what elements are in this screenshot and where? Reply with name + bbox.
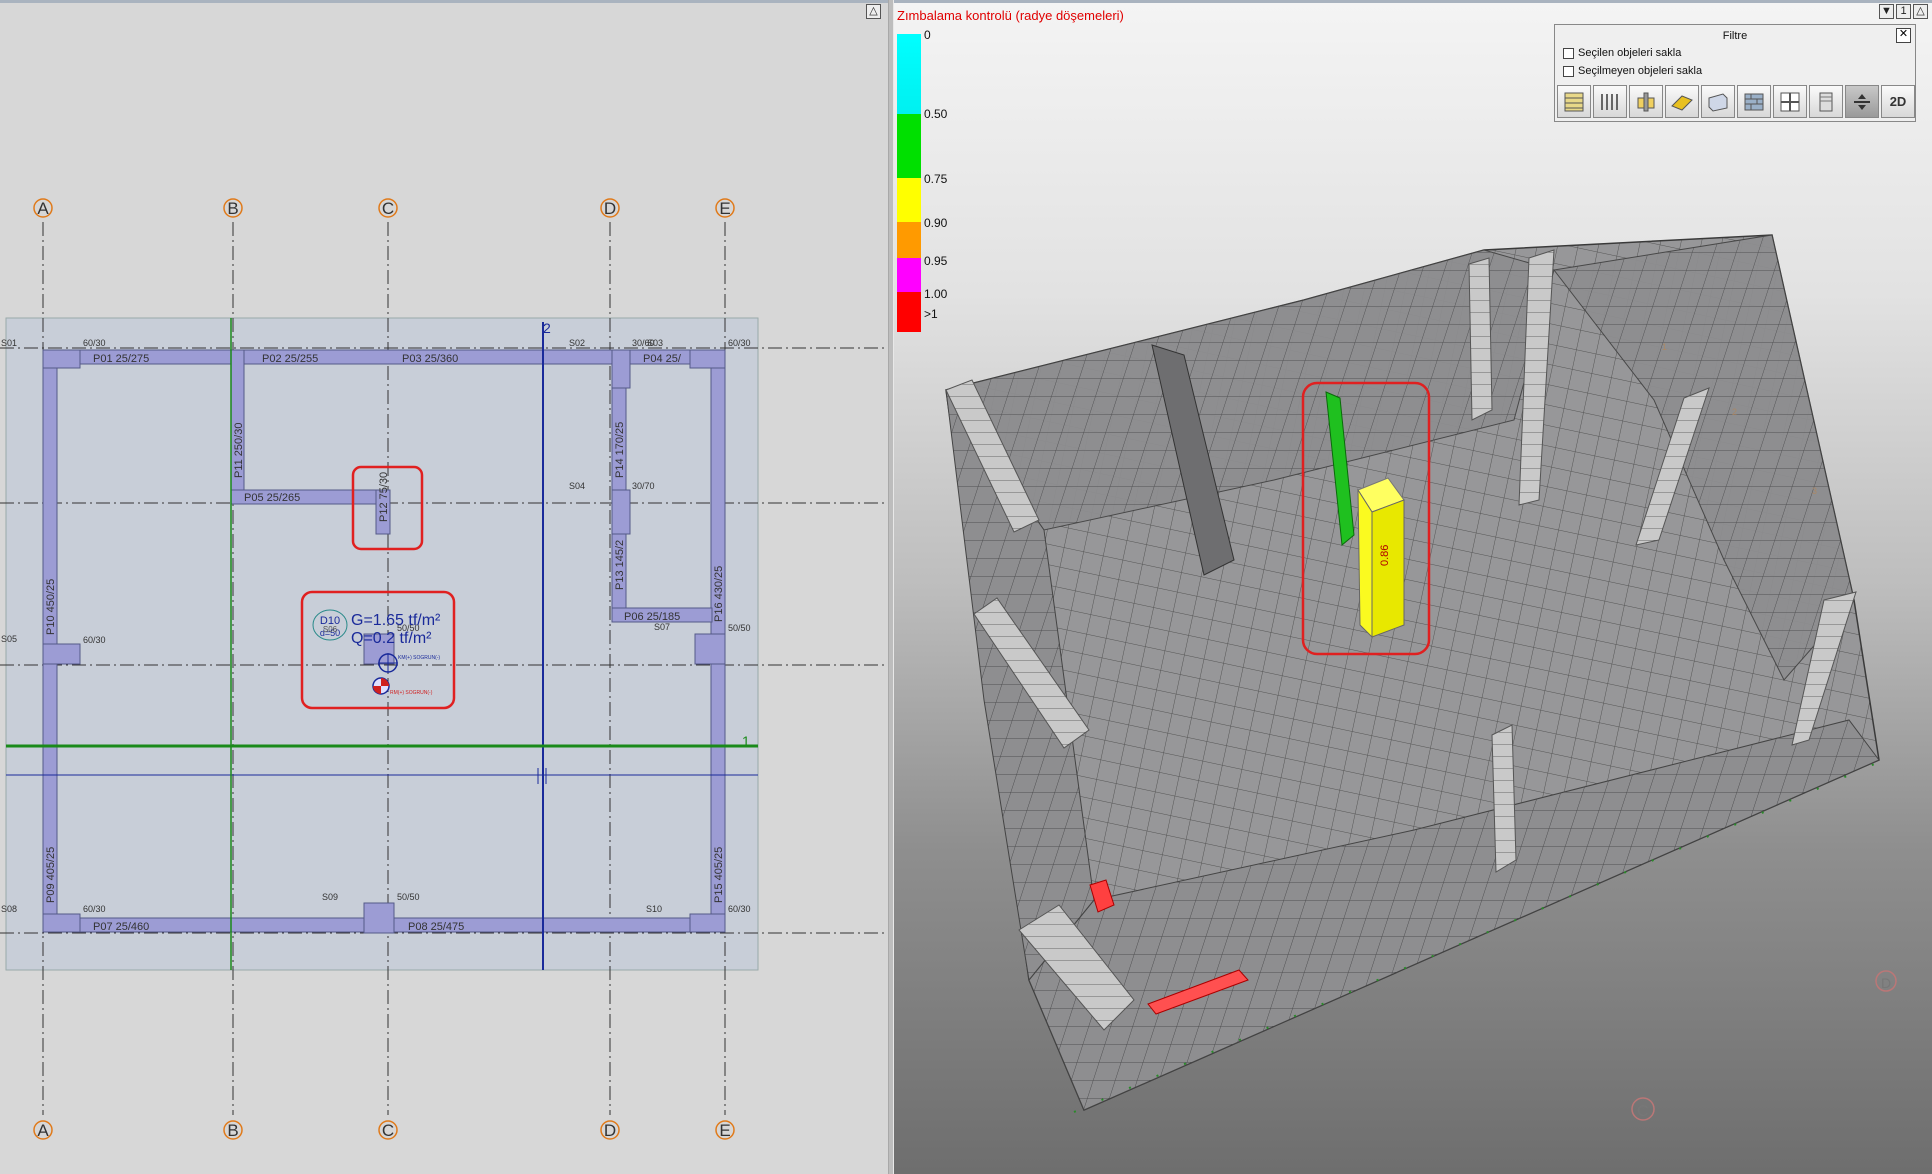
- row-marker-1: 1: [1662, 342, 1667, 352]
- beam-label-p07: P07 25/460: [93, 921, 149, 933]
- axis-bubbles-bottom: A B C D E: [33, 1120, 735, 1140]
- live-load-label: Q=0.2 tf/m²: [351, 630, 432, 647]
- view-corner-controls: ▼ 1 △: [1879, 4, 1928, 19]
- slab-label-s10: S10: [646, 904, 662, 914]
- slab-label-s07: S07: [654, 622, 670, 632]
- hide-selected-label: Seçilen objeleri sakla: [1578, 47, 1682, 59]
- column-label-c2: 30/60: [632, 338, 655, 348]
- axis-label-b-bottom: B: [227, 1121, 238, 1140]
- slab-label-s02: S02: [569, 338, 585, 348]
- beam-label-p15: P15 405/25: [713, 847, 725, 903]
- beam-label-p13: P13 145/2: [614, 540, 626, 590]
- column-label-c1: 60/30: [83, 338, 106, 348]
- axis-label-a-bottom: A: [37, 1121, 49, 1140]
- beam-label-p11: P11 250/30: [233, 423, 245, 478]
- axis-label-b-top: B: [227, 199, 238, 218]
- slab-label-s05: S05: [1, 634, 17, 644]
- slab-s06-label: S06: [323, 625, 338, 634]
- beam-icon: [1708, 92, 1728, 112]
- beam-label-p02: P02 25/255: [262, 353, 318, 365]
- collapse-3d-button[interactable]: △: [1913, 4, 1928, 19]
- filter-walls-button[interactable]: [1593, 85, 1627, 118]
- column-label-c10: 60/30: [728, 904, 751, 914]
- model-3d-canvas[interactable]: 0.86 D C 1 2 3: [894, 0, 1932, 1174]
- axis-marker-c: C: [1637, 1103, 1649, 1120]
- beam-label-p03: P03 25/360: [402, 353, 458, 365]
- slab-label-s09: S09: [322, 892, 338, 902]
- filter-toggle-button[interactable]: ▼: [1879, 4, 1894, 19]
- hide-unselected-checkbox[interactable]: [1563, 65, 1574, 77]
- section-icon: [1819, 92, 1833, 111]
- grid-icon: [1780, 92, 1800, 111]
- axis-marker-d: D: [1881, 975, 1891, 991]
- column-icon: [1637, 92, 1655, 111]
- beam-label-p04: P04 25/: [643, 353, 682, 365]
- beam-label-p12: P12 75/30: [378, 472, 390, 522]
- plan-canvas[interactable]: A B C D E A B C D E P01 25/275 P02 25/25…: [0, 0, 888, 1174]
- view-3d[interactable]: Zımbalama kontrolü (radye döşemeleri) 0 …: [894, 0, 1932, 1174]
- column-label-c6: 50/50: [728, 623, 751, 633]
- beam-label-p06: P06 25/185: [624, 611, 680, 623]
- column-label-c8: 60/30: [83, 904, 106, 914]
- slab-label-s08: S08: [1, 904, 17, 914]
- filter-toolbar: 2D: [1557, 85, 1915, 118]
- column-ratio-label: 0.86: [1379, 545, 1391, 566]
- axis-label-c-bottom: C: [382, 1121, 394, 1140]
- column-label-c4: 30/70: [632, 481, 655, 491]
- beam-label-p09: P09 405/25: [45, 847, 57, 903]
- slab-label-s04: S04: [569, 481, 585, 491]
- beam-label-p14: P14 170/25: [614, 422, 626, 478]
- axis-label-e-bottom: E: [719, 1121, 730, 1140]
- filter-slabs-button[interactable]: [1665, 85, 1699, 118]
- hide-selected-checkbox[interactable]: [1563, 47, 1574, 59]
- hide-unselected-option[interactable]: Seçilmeyen objeleri sakla: [1563, 65, 1702, 77]
- axis-label-a-top: A: [37, 199, 49, 218]
- column-label-c5: 60/30: [83, 635, 106, 645]
- filter-level-button[interactable]: [1845, 85, 1879, 118]
- level-icon: [1854, 93, 1870, 110]
- beam-label-p16: P16 430/25: [713, 566, 725, 622]
- filter-masonry-button[interactable]: [1737, 85, 1771, 118]
- filter-close-button[interactable]: ✕: [1896, 28, 1911, 43]
- filter-section-button[interactable]: [1809, 85, 1843, 118]
- axis-label-c-top: C: [382, 199, 394, 218]
- walls-icon: [1601, 93, 1618, 110]
- axis-label-e-top: E: [719, 199, 730, 218]
- mass-center-label: KM(+) SOGRUN(-): [398, 655, 440, 661]
- axis-2-label: 2: [543, 320, 551, 336]
- model-geometry: 0.86 D C 1 2 3: [945, 234, 1897, 1121]
- filter-grid-button[interactable]: [1773, 85, 1807, 118]
- view-number-button[interactable]: 1: [1896, 4, 1911, 19]
- dead-load-label: G=1.65 tf/m²: [351, 612, 441, 629]
- filter-columns-button[interactable]: [1629, 85, 1663, 118]
- hide-unselected-label: Seçilmeyen objeleri sakla: [1578, 65, 1703, 77]
- filter-panel: Filtre ✕ Seçilen objeleri sakla Seçilmey…: [1554, 24, 1916, 122]
- view-2d-button[interactable]: 2D: [1881, 85, 1915, 118]
- hide-selected-option[interactable]: Seçilen objeleri sakla: [1563, 47, 1681, 59]
- axis-label-d-top: D: [604, 199, 616, 218]
- beam-label-p05: P05 25/265: [244, 492, 300, 504]
- rigidity-center-label: RM(+) SOGRUN(-): [390, 690, 433, 696]
- slab-label-s01: S01: [1, 338, 17, 348]
- masonry-icon: [1744, 93, 1764, 110]
- filter-beams-button[interactable]: [1701, 85, 1735, 118]
- floors-icon: [1564, 92, 1584, 111]
- filter-title: Filtre: [1722, 30, 1748, 42]
- beam-label-p10: P10 450/25: [45, 579, 57, 635]
- beam-label-p01: P01 25/275: [93, 353, 149, 365]
- slab-icon: [1671, 94, 1693, 111]
- column-label-c9: 50/50: [397, 892, 420, 902]
- axis-bubbles-top: A B C D E: [33, 198, 735, 218]
- beam-label-p08: P08 25/475: [408, 921, 464, 933]
- column-label-c3: 60/30: [728, 338, 751, 348]
- plan-view[interactable]: △ A B C D E A B C D E P01 25/275 P02 25/…: [0, 0, 888, 1174]
- axis-1-label: 1: [742, 733, 750, 749]
- axis-label-d-bottom: D: [604, 1121, 616, 1140]
- filter-floors-button[interactable]: [1557, 85, 1591, 118]
- row-marker-3: 3: [1812, 486, 1817, 496]
- row-marker-2: 2: [1732, 407, 1737, 417]
